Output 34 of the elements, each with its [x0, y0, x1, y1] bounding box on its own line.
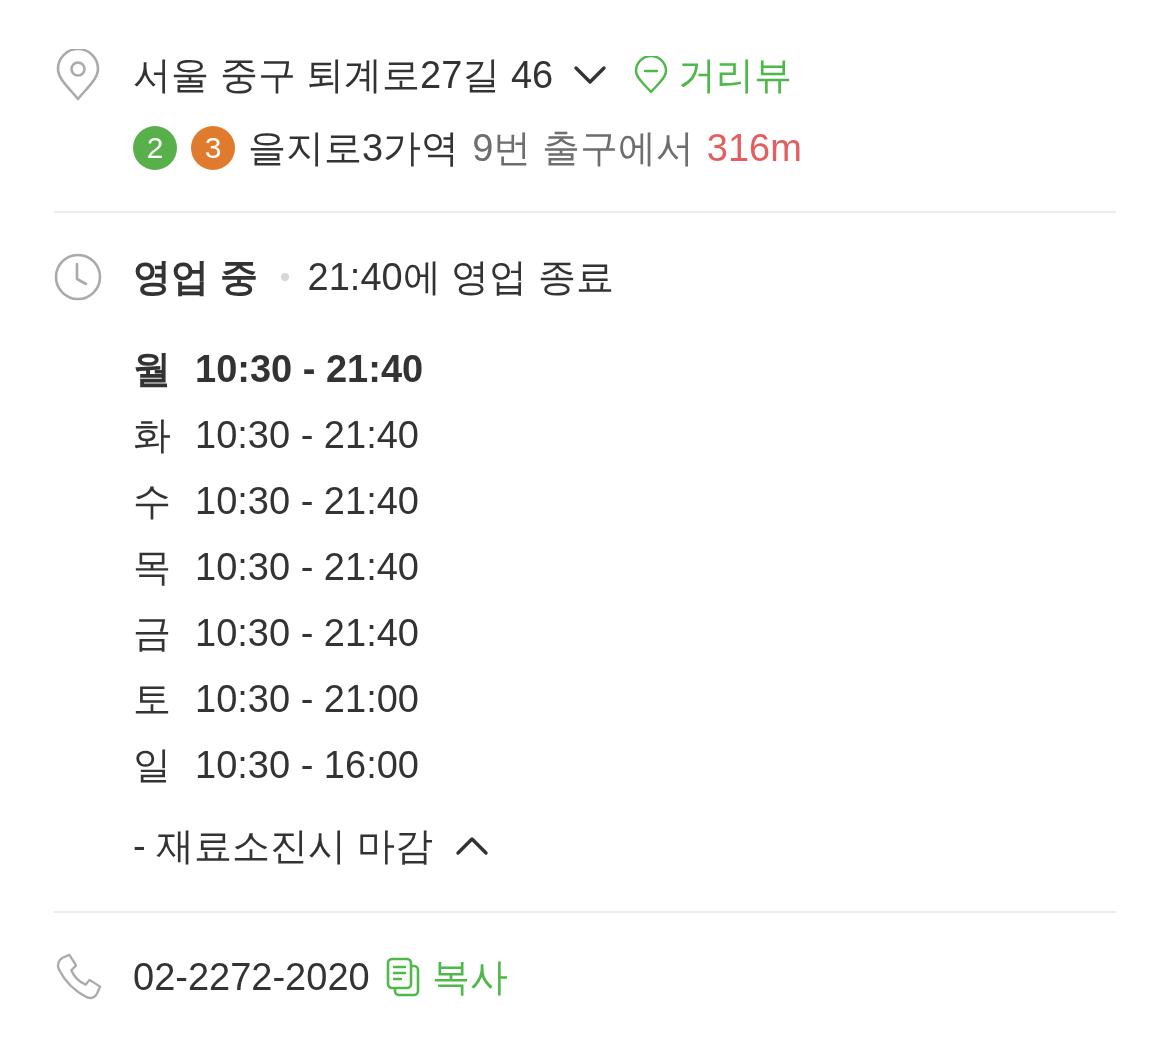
distance-text: 316m	[706, 126, 802, 171]
weekday-label: 월	[133, 347, 172, 392]
hours-text: 10:30 - 16:00	[195, 743, 419, 788]
hours-text: 10:30 - 21:00	[195, 677, 419, 722]
subway-line-badge: 2	[133, 126, 177, 170]
weekday-label: 일	[133, 743, 172, 788]
clock-icon	[54, 253, 102, 301]
hours-text: 10:30 - 21:40	[195, 479, 419, 524]
subway-line-badge: 3	[191, 126, 235, 170]
address-text: 서울 중구 퇴계로27길 46	[133, 53, 554, 98]
phone-number[interactable]: 02-2272-2020	[133, 952, 370, 1002]
weekday-label: 목	[133, 545, 172, 590]
chevron-icon[interactable]	[454, 836, 489, 856]
map-pin-icon	[55, 49, 101, 101]
hours-text: 10:30 - 21:40	[195, 413, 419, 458]
copy-icon	[385, 957, 420, 997]
phone-icon	[54, 952, 102, 1002]
street-view-link[interactable]: 거리뷰	[634, 50, 793, 100]
separator-dot-icon	[280, 273, 289, 281]
open-status: 영업 중	[133, 255, 258, 300]
weekday-label: 토	[133, 677, 172, 722]
station-name: 을지로3가역	[248, 126, 460, 171]
closing-time-text: 21:40에 영업 종료	[307, 255, 614, 300]
weekday-label: 금	[133, 611, 172, 656]
weekday-label: 화	[133, 413, 172, 458]
exit-text: 9번 출구에서	[472, 126, 694, 171]
hours-text: 10:30 - 21:40	[195, 611, 419, 656]
hours-text: 10:30 - 21:40	[195, 545, 419, 590]
copy-button[interactable]: 복사	[385, 952, 508, 1002]
weekday-label: 수	[133, 479, 172, 524]
map-pin-icon	[634, 56, 669, 94]
hours-text: 10:30 - 21:40	[195, 347, 424, 392]
chevron-icon[interactable]	[573, 65, 608, 85]
hours-note: - 재료소진시 마감	[133, 824, 433, 869]
